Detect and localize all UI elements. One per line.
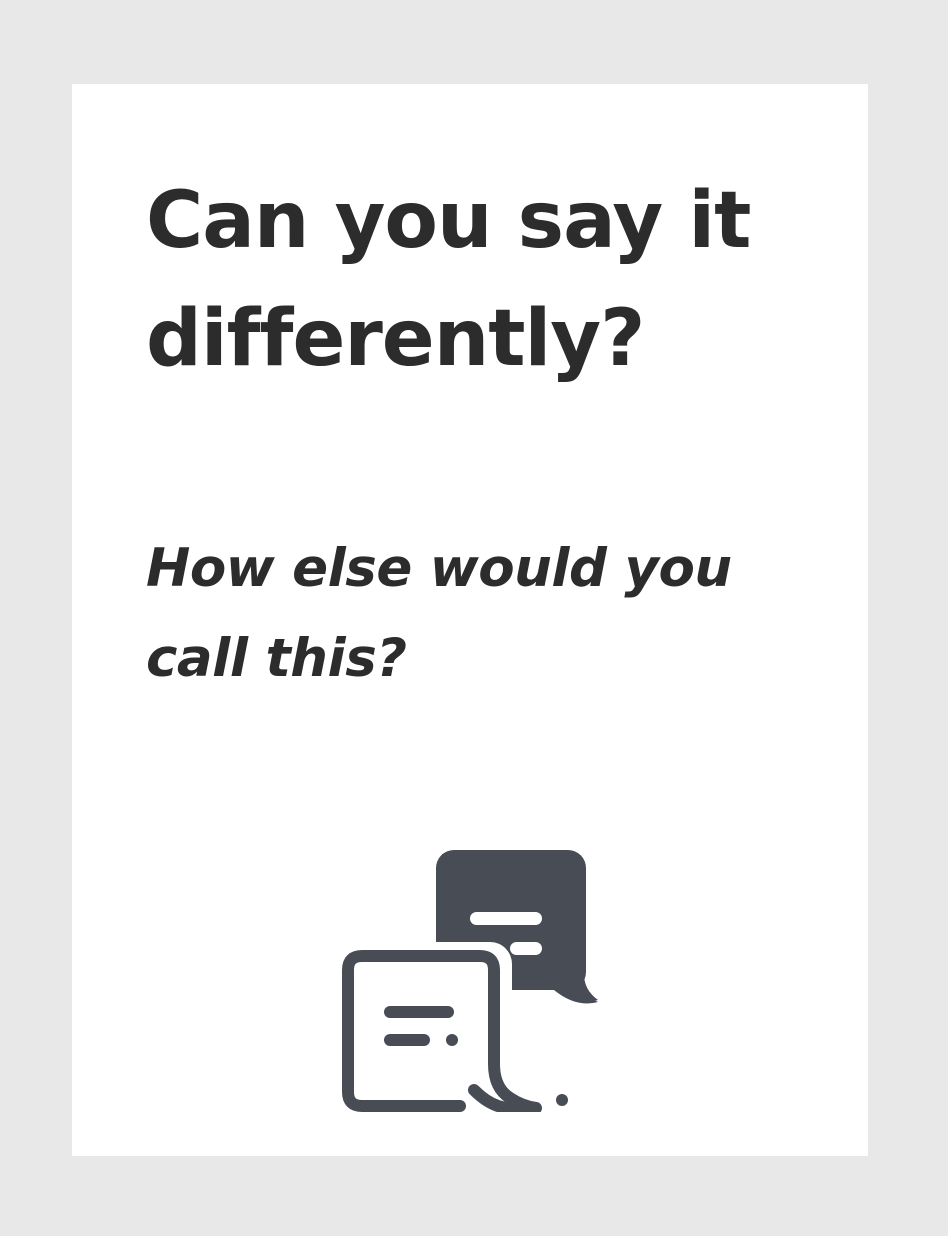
- card-title: Can you say it differently?: [146, 176, 751, 384]
- chat-bubbles-icon: [340, 850, 602, 1112]
- prompt-card: Can you say it differently? How else wou…: [72, 84, 868, 1156]
- card-subtitle: How else would you call this?: [146, 538, 732, 689]
